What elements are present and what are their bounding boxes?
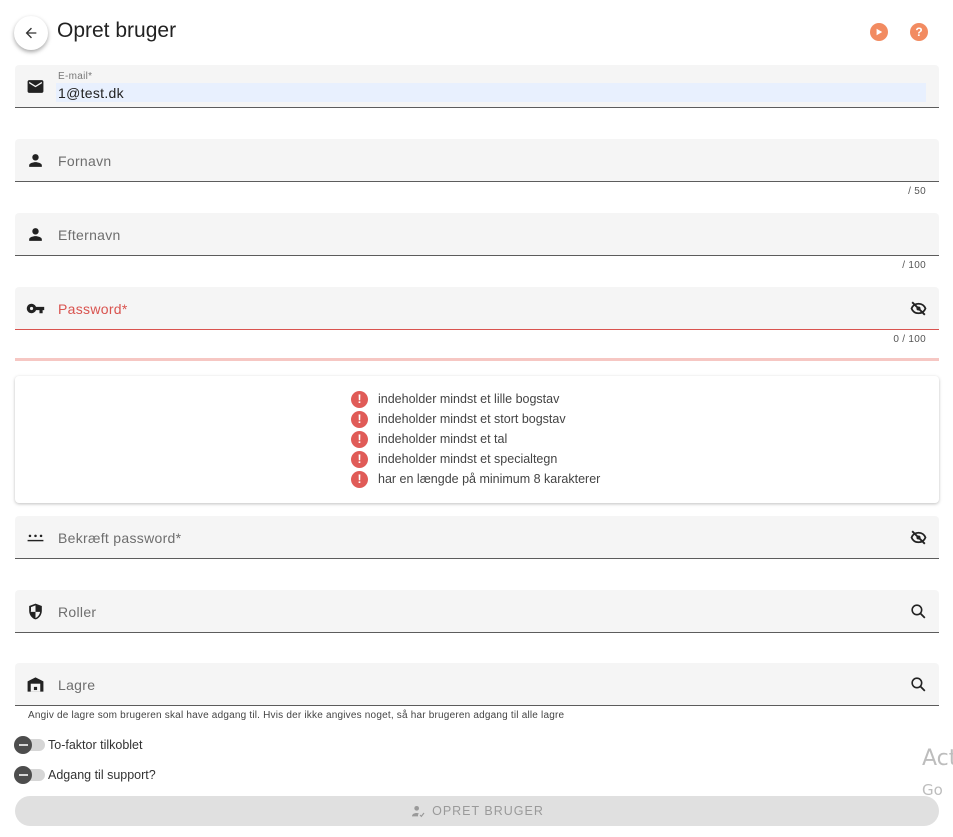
activation-watermark-subtitle: Go [922, 781, 943, 799]
mail-icon [27, 80, 44, 93]
two-factor-label: To-faktor tilkoblet [48, 738, 143, 752]
toggle-thumb [14, 766, 32, 784]
requirement-text: indeholder mindst et specialtegn [378, 452, 558, 466]
back-button[interactable] [14, 16, 48, 50]
requirement-item: ! indeholder mindst et tal [351, 430, 507, 448]
last-name-counter: / 100 [902, 260, 926, 271]
person-add-icon [412, 806, 425, 818]
first-name-field[interactable]: Fornavn [15, 139, 939, 182]
roles-placeholder: Roller [58, 604, 97, 620]
page-title: Opret bruger [57, 19, 177, 42]
warehouse-icon [27, 677, 44, 692]
requirement-text: indeholder mindst et stort bogstav [378, 412, 566, 426]
requirement-text: har en længde på minimum 8 karakterer [378, 472, 601, 486]
help-icon: ? [915, 25, 923, 39]
password-counter: 0 / 100 [893, 334, 926, 345]
play-icon [876, 28, 883, 36]
support-access-label: Adgang til support? [48, 768, 156, 782]
first-name-counter: / 50 [908, 186, 926, 197]
two-factor-toggle-row: To-faktor tilkoblet [14, 735, 142, 755]
play-tutorial-button[interactable] [870, 23, 888, 41]
email-input[interactable]: 1@test.dk [56, 83, 926, 102]
arrow-left-icon [25, 27, 37, 39]
person-icon [29, 228, 42, 241]
requirement-item: ! har en længde på minimum 8 karakterer [351, 470, 600, 488]
error-icon: ! [351, 410, 368, 428]
requirement-text: indeholder mindst et tal [378, 432, 508, 446]
error-icon: ! [351, 390, 368, 408]
password-dots-icon [27, 534, 44, 542]
error-icon: ! [351, 430, 368, 448]
error-icon: ! [351, 450, 368, 468]
email-label: E-mail* [58, 71, 93, 82]
person-icon [29, 154, 42, 167]
support-access-toggle[interactable] [14, 766, 45, 784]
support-access-toggle-row: Adgang til support? [14, 765, 156, 785]
password-requirements-card: ! indeholder mindst et lille bogstav ! i… [15, 376, 939, 503]
last-name-field[interactable]: Efternavn [15, 213, 939, 256]
email-field[interactable]: E-mail* 1@test.dk [15, 65, 939, 108]
help-button[interactable]: ? [910, 23, 928, 41]
last-name-placeholder: Efternavn [58, 227, 121, 243]
confirm-password-placeholder: Bekræft password* [58, 530, 182, 546]
requirement-item: ! indeholder mindst et specialtegn [351, 450, 557, 468]
error-icon: ! [351, 470, 368, 488]
requirement-item: ! indeholder mindst et stort bogstav [351, 410, 566, 428]
password-placeholder: Password* [58, 301, 128, 317]
roles-field[interactable]: Roller [15, 590, 939, 633]
warehouses-hint: Angiv de lagre som brugeren skal have ad… [28, 710, 565, 721]
search-icon[interactable] [909, 675, 928, 694]
visibility-off-icon[interactable] [909, 528, 928, 547]
warehouses-field[interactable]: Lagre [15, 663, 939, 706]
create-user-button-label: OPRET BRUGER [432, 804, 544, 818]
activation-watermark-title: Act [922, 746, 953, 771]
requirement-text: indeholder mindst et lille bogstav [378, 392, 560, 406]
search-icon[interactable] [909, 602, 928, 621]
requirement-item: ! indeholder mindst et lille bogstav [351, 390, 559, 408]
toggle-thumb [14, 736, 32, 754]
password-strength-bar [15, 358, 939, 361]
confirm-password-field[interactable]: Bekræft password* [15, 516, 939, 559]
shield-icon [29, 603, 42, 620]
password-field[interactable]: Password* [15, 287, 939, 330]
create-user-button[interactable]: OPRET BRUGER [15, 796, 939, 826]
first-name-placeholder: Fornavn [58, 153, 112, 169]
visibility-off-icon[interactable] [909, 299, 928, 318]
app-header: Opret bruger ? [0, 0, 953, 64]
two-factor-toggle[interactable] [14, 736, 45, 754]
key-icon [26, 303, 45, 314]
warehouses-placeholder: Lagre [58, 677, 96, 693]
